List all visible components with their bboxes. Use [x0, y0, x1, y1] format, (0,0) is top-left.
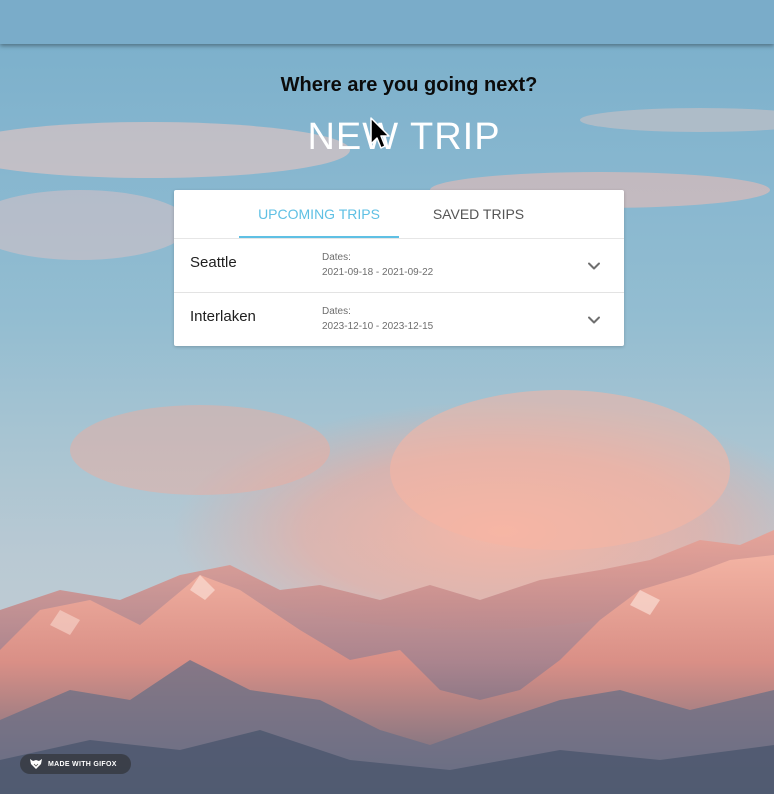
gifox-watermark: MADE WITH GIFOX: [20, 754, 131, 774]
chevron-down-icon[interactable]: [586, 258, 602, 274]
tab-saved-trips[interactable]: SAVED TRIPS: [406, 190, 551, 238]
trip-dates-value: 2021-09-18 - 2021-09-22: [322, 267, 434, 278]
top-app-bar: [0, 0, 774, 44]
trip-tabs: UPCOMING TRIPS SAVED TRIPS: [174, 190, 624, 239]
page-question: Where are you going next?: [280, 74, 538, 96]
trip-row-seattle[interactable]: Seattle Dates: 2021-09-18 - 2021-09-22: [174, 239, 624, 293]
trip-dates-label: Dates:: [322, 252, 351, 263]
watermark-text: MADE WITH GIFOX: [48, 760, 117, 768]
tab-upcoming-trips[interactable]: UPCOMING TRIPS: [239, 190, 399, 238]
trip-row-interlaken[interactable]: Interlaken Dates: 2023-12-10 - 2023-12-1…: [174, 293, 624, 346]
trips-panel: UPCOMING TRIPS SAVED TRIPS Seattle Dates…: [174, 190, 624, 346]
trip-dates-label: Dates:: [322, 306, 351, 317]
trip-name: Seattle: [190, 254, 237, 271]
mouse-cursor-icon: [370, 117, 390, 149]
trip-dates-value: 2023-12-10 - 2023-12-15: [322, 321, 434, 332]
fox-icon: [30, 759, 42, 769]
trip-name: Interlaken: [190, 308, 256, 325]
chevron-down-icon[interactable]: [586, 312, 602, 328]
